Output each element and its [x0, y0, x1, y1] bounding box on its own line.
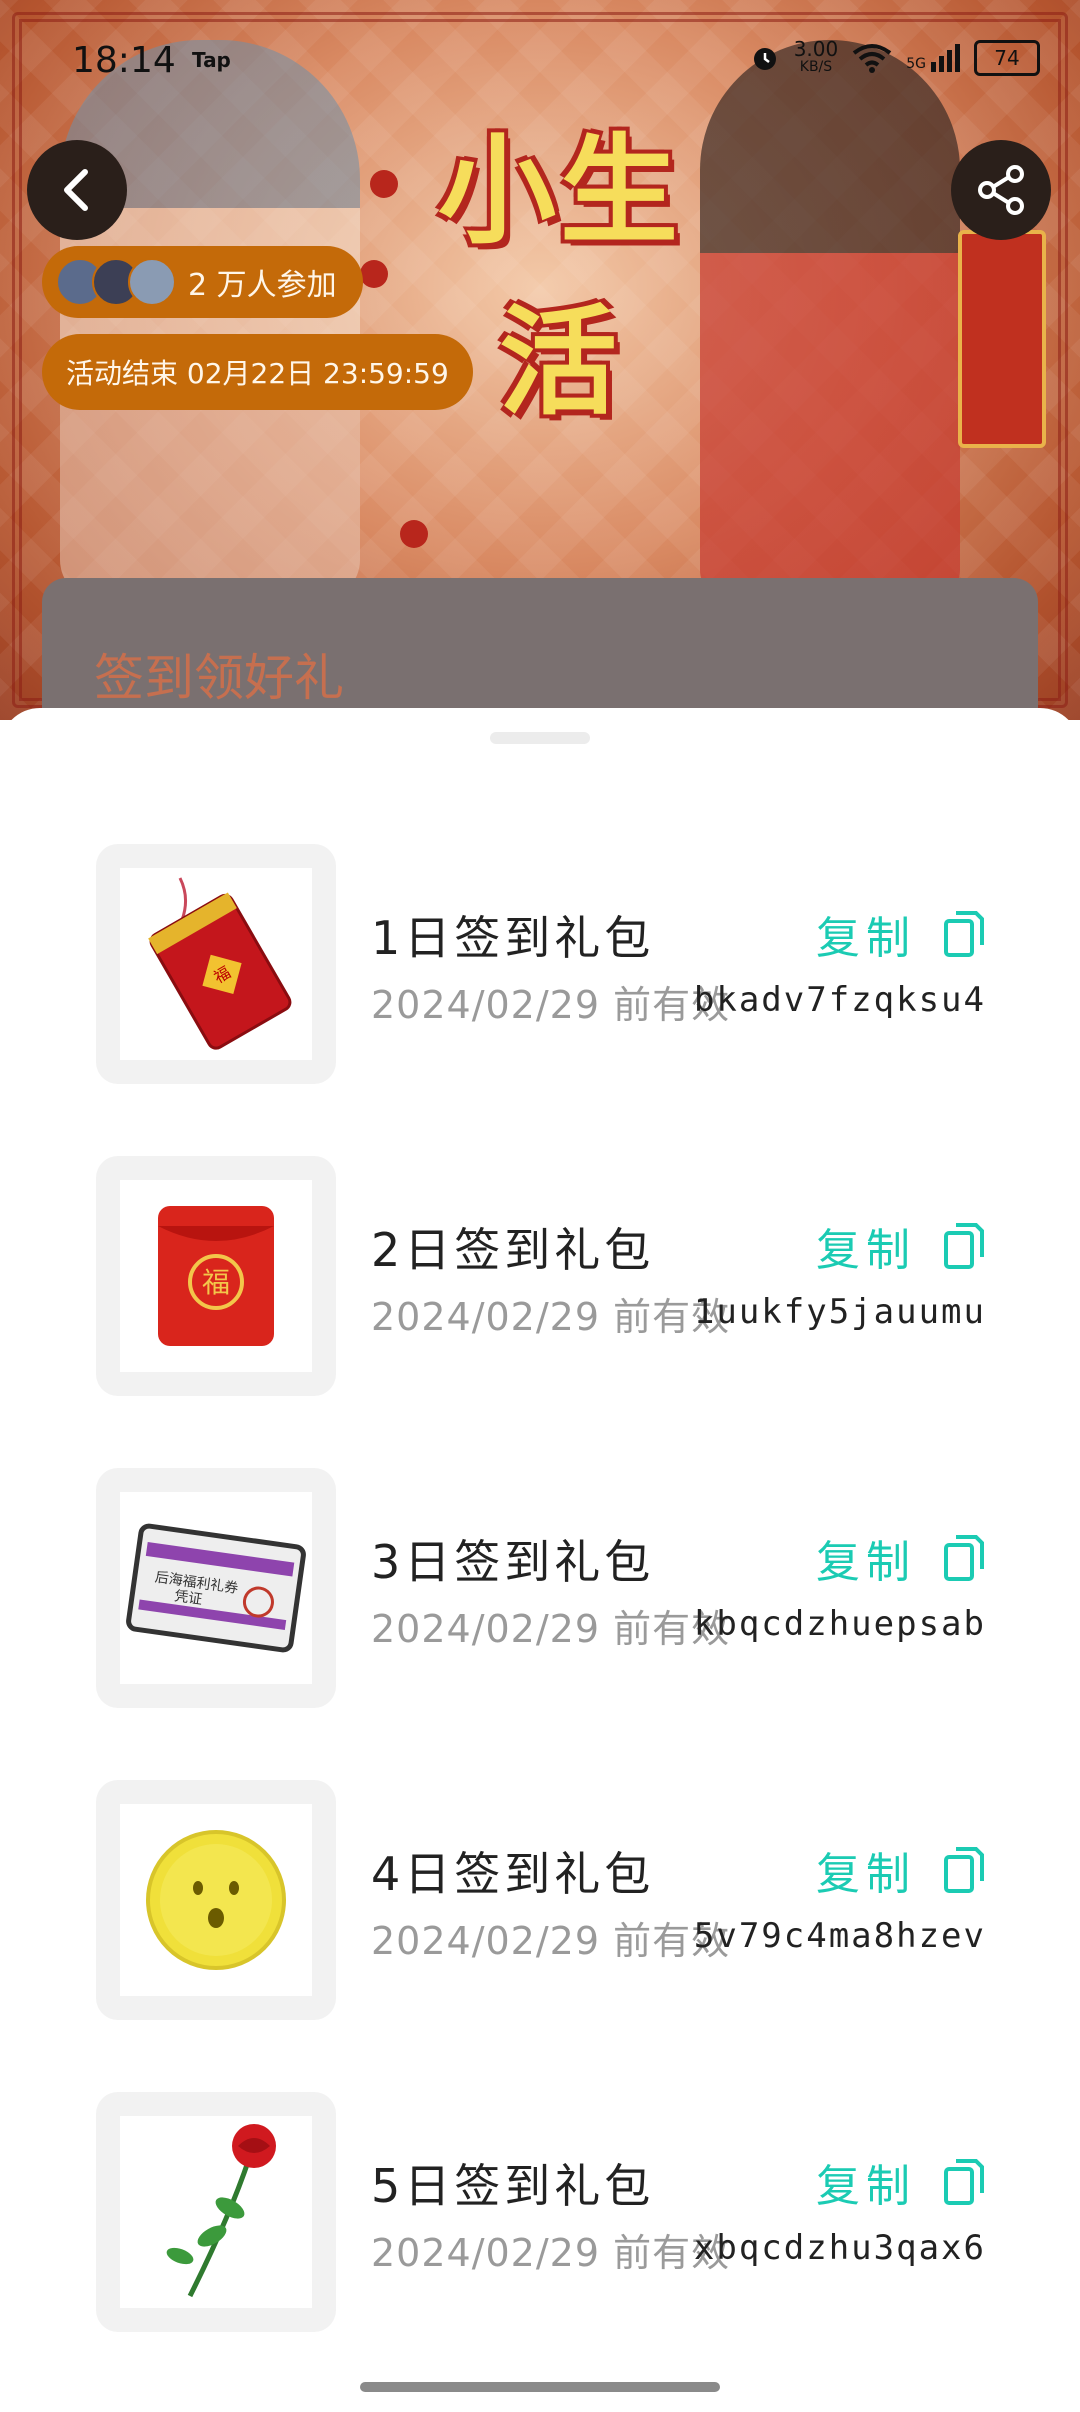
gift-validity: 2024/02/29 前有效: [371, 1607, 731, 1651]
gift-code: 5v79c4ma8hzev: [693, 1916, 986, 1956]
alarm-icon: [753, 48, 776, 70]
gift-name: 3日签到礼包: [371, 1535, 655, 1589]
character-right-illustration: [700, 40, 960, 600]
gift-code: 1uukfy5jauumu: [693, 1292, 986, 1332]
gift-code: xbqcdzhu3qax6: [693, 2228, 986, 2268]
status-time: 18:14: [72, 40, 176, 81]
copy-icon: [944, 911, 984, 957]
lantern-decoration: [370, 170, 398, 198]
copy-button[interactable]: 复制: [816, 1526, 986, 1590]
gift-item: 后海福利礼券 凭证 3日签到礼包 2024/02/29 前有效 复制 kbqcd…: [96, 1468, 986, 1708]
participants-pill: 2 万人参加: [42, 246, 363, 318]
gift-item: 福 1日签到礼包 2024/02/29 前有效 复制 bkadv7fzqksu4: [96, 844, 986, 1084]
signal-icon: 5G: [906, 44, 960, 72]
gift-name: 5日签到礼包: [371, 2159, 655, 2213]
copy-label: 复制: [816, 2161, 916, 2212]
red-rose-icon: [166, 2124, 276, 2298]
gift-name: 2日签到礼包: [371, 1223, 655, 1277]
red-envelope-fu-icon: 福: [158, 1206, 274, 1346]
gift-item: 福 2日签到礼包 2024/02/29 前有效 复制 1uukfy5jauumu: [96, 1156, 986, 1396]
back-chevron-icon: [64, 169, 88, 211]
gift-thumbnail: 福: [96, 1156, 336, 1396]
copy-label: 复制: [816, 1537, 916, 1588]
copy-label: 复制: [816, 1849, 916, 1900]
gift-thumbnail: [96, 2092, 336, 2332]
gold-coin-icon: [146, 1830, 286, 1970]
gift-item: 5日签到礼包 2024/02/29 前有效 复制 xbqcdzhu3qax6: [96, 2092, 986, 2332]
voucher-card-icon: 后海福利礼券 凭证: [126, 1523, 306, 1653]
gift-code: kbqcdzhuepsab: [693, 1604, 986, 1644]
sheet-drag-handle[interactable]: [490, 732, 590, 744]
status-app-label: Tap: [192, 48, 231, 72]
gift-validity: 2024/02/29 前有效: [371, 2231, 731, 2275]
gift-thumbnail: 福: [96, 844, 336, 1084]
back-button[interactable]: [27, 140, 127, 240]
home-indicator[interactable]: [360, 2382, 720, 2392]
gift-item: 4日签到礼包 2024/02/29 前有效 复制 5v79c4ma8hzev: [96, 1780, 986, 2020]
battery-icon: 74: [974, 40, 1040, 76]
svg-text:福: 福: [202, 1266, 230, 1299]
gift-code: bkadv7fzqksu4: [693, 980, 986, 1020]
gift-validity: 2024/02/29 前有效: [371, 1919, 731, 1963]
copy-button[interactable]: 复制: [816, 1214, 986, 1278]
copy-label: 复制: [816, 1225, 916, 1276]
lantern-decoration: [360, 260, 388, 288]
gift-thumbnail: [96, 1780, 336, 2020]
network-type: 5G: [906, 56, 926, 72]
gift-validity: 2024/02/29 前有效: [371, 1295, 731, 1339]
copy-button[interactable]: 复制: [816, 902, 986, 966]
status-bar: 18:14 Tap 3.00 KB/S 5G 74: [0, 0, 1080, 110]
copy-icon: [944, 1535, 984, 1581]
status-icons: 3.00 KB/S 5G 74: [750, 37, 1040, 76]
gift-thumbnail: 后海福利礼券 凭证: [96, 1468, 336, 1708]
red-envelope-tag-icon: 福: [148, 877, 292, 1050]
copy-label: 复制: [816, 913, 916, 964]
copy-button[interactable]: 复制: [816, 1838, 986, 1902]
net-speed-value: 3.00: [793, 37, 839, 61]
character-left-illustration: [60, 40, 360, 600]
share-button[interactable]: [951, 140, 1051, 240]
lantern-decoration: [400, 520, 428, 548]
net-speed: 3.00 KB/S: [793, 37, 839, 76]
checkin-section-title: 签到领好礼: [94, 649, 344, 707]
net-speed-unit: KB/S: [799, 59, 833, 75]
avatar: [128, 258, 176, 306]
gift-name: 4日签到礼包: [371, 1847, 655, 1901]
deadline-pill: 活动结束 02月22日 23:59:59: [42, 334, 473, 410]
copy-icon: [944, 1847, 984, 1893]
gift-validity: 2024/02/29 前有效: [371, 983, 731, 1027]
participants-count: 2 万人参加: [188, 268, 337, 303]
copy-icon: [944, 2159, 984, 2205]
gift-name: 1日签到礼包: [371, 911, 655, 965]
share-icon: [978, 165, 1024, 215]
wifi-icon: [853, 44, 892, 73]
scroll-decoration: [958, 230, 1046, 448]
participant-avatars: [56, 258, 176, 306]
gift-codes-sheet: 福 1日签到礼包 2024/02/29 前有效 复制 bkadv7fzqksu4: [0, 708, 1080, 2412]
copy-icon: [944, 1223, 984, 1269]
copy-button[interactable]: 复制: [816, 2150, 986, 2214]
